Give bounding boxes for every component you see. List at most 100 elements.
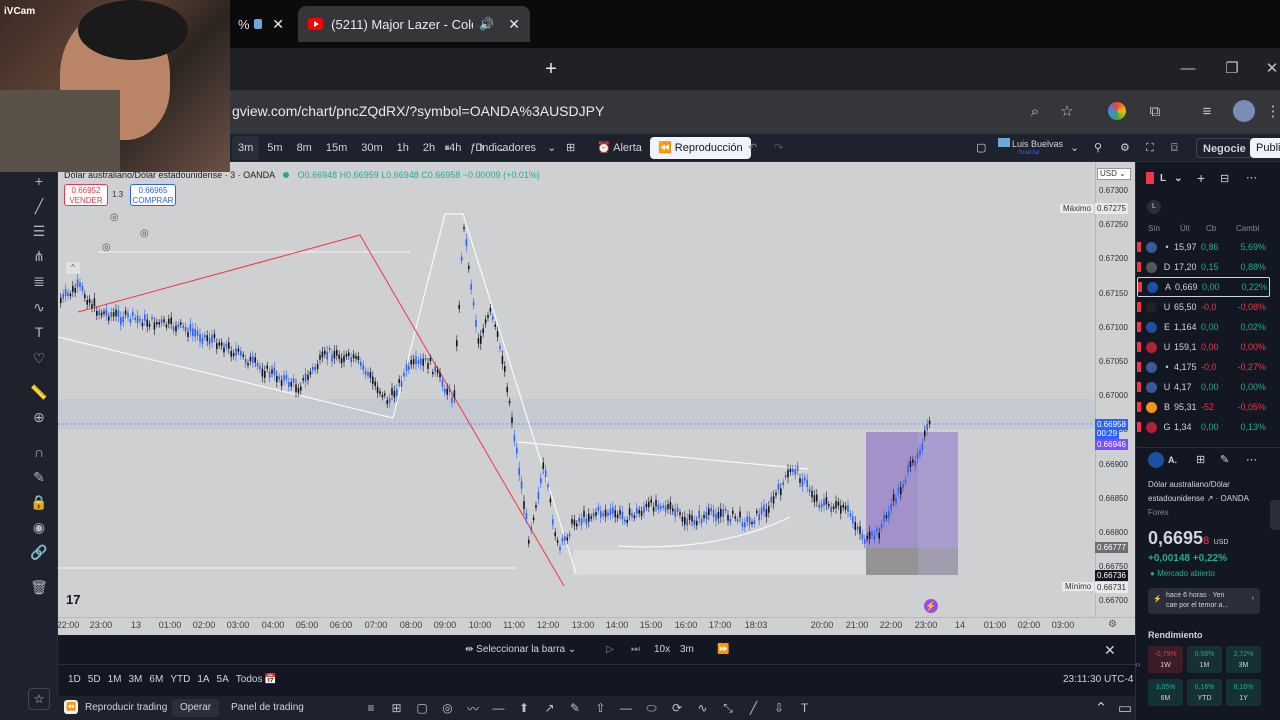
media-control-icon[interactable]: ≡: [1196, 100, 1218, 122]
interval-1h[interactable]: 1h: [391, 136, 415, 160]
performance-cell[interactable]: 2,72% 3M: [1226, 646, 1261, 673]
minimize-icon[interactable]: —: [1178, 58, 1198, 78]
quick-search-icon[interactable]: ⚲: [1094, 136, 1102, 160]
eye-icon[interactable]: ◎: [110, 212, 119, 223]
edit-icon[interactable]: ✎: [1220, 453, 1229, 466]
watchlist-row[interactable]: A 0,669 0,00 0,22%: [1137, 277, 1270, 297]
pencil-lock-icon[interactable]: ✎: [28, 466, 50, 488]
alert-button[interactable]: ⏰ Alerta: [597, 136, 642, 160]
short-icon[interactable]: ⇩: [770, 699, 788, 717]
chevron-down-icon[interactable]: ⌄: [1070, 136, 1079, 160]
chart-pane[interactable]: Dólar australiano/Dólar estadounidense ·…: [58, 162, 1095, 617]
link-icon[interactable]: 🔗: [28, 541, 50, 563]
text-icon[interactable]: T: [796, 699, 814, 717]
watchlist-row[interactable]: U 159,1 0,00 0,00%: [1137, 337, 1270, 357]
pen-icon[interactable]: ✎: [566, 699, 584, 717]
step-forward-icon[interactable]: ⏭: [631, 644, 640, 655]
buy-button[interactable]: 0.66965 COMPRAR: [130, 184, 176, 206]
performance-cell[interactable]: -0,79% 1W: [1148, 646, 1183, 673]
maximize-icon[interactable]: ❐: [1222, 58, 1242, 78]
side-scroll-handle[interactable]: [1270, 500, 1280, 530]
text-tool-icon[interactable]: T: [28, 321, 50, 343]
lock-icon[interactable]: 🔒: [28, 491, 50, 513]
interval-15m[interactable]: 15m: [320, 136, 353, 160]
watchlist-row[interactable]: U 4,17 0,00 0,00%: [1137, 377, 1270, 397]
date-range-calendar-icon[interactable]: 📅: [264, 674, 276, 685]
range-1m[interactable]: 1M: [108, 674, 122, 685]
chevron-up-icon[interactable]: ⌃: [1092, 699, 1110, 717]
header-change-pct[interactable]: Cambl: [1236, 224, 1268, 233]
publish-button[interactable]: Publi: [1250, 138, 1280, 158]
save-label[interactable]: Guardar: [1018, 150, 1040, 156]
zoom-in-icon[interactable]: ⊕: [28, 406, 50, 428]
eye-icon[interactable]: ◉: [28, 516, 50, 538]
candle-type-icon[interactable]: ⏸: [440, 136, 454, 160]
tradingview-logo[interactable]: 17: [66, 592, 80, 607]
select-bar-button[interactable]: ⇹ Seleccionar la barra ⌄: [465, 644, 576, 655]
add-symbol-icon[interactable]: +: [1197, 170, 1205, 186]
rotate-icon[interactable]: ⟳: [668, 699, 686, 717]
settings-gear-icon[interactable]: ⚙: [1120, 136, 1130, 160]
wave-icon[interactable]: 〰: [464, 699, 482, 717]
currency-selector[interactable]: USD ⌄: [1097, 168, 1131, 180]
extensions-puzzle-icon[interactable]: ⧉: [1144, 100, 1166, 122]
arrow-up-icon[interactable]: ⬆: [515, 699, 533, 717]
performance-cell[interactable]: 0,16% YTD: [1187, 679, 1222, 706]
range-1a[interactable]: 1A: [197, 674, 209, 685]
watchlist-view-icon[interactable]: ⊟: [1220, 172, 1229, 185]
layout-single-icon[interactable]: ▢: [976, 136, 986, 160]
trade-button[interactable]: Negocie: [1196, 138, 1253, 158]
fullscreen-icon[interactable]: ⛶: [1146, 136, 1154, 160]
eye-icon[interactable]: ◎: [140, 228, 149, 239]
grid-icon[interactable]: ⊞: [388, 699, 406, 717]
watchlist-row[interactable]: G 1,34 0,00 0,13%: [1137, 417, 1270, 437]
hline-icon[interactable]: —: [617, 699, 635, 717]
detail-short-symbol[interactable]: A.: [1168, 455, 1177, 465]
jump-to-realtime-icon[interactable]: ⏩: [717, 644, 729, 655]
news-item[interactable]: ⚡ hace 6 horas · Yen cae por el temor a.…: [1148, 588, 1260, 614]
range-todos[interactable]: Todos: [236, 674, 263, 685]
axis-settings-icon[interactable]: ⚙: [1108, 619, 1117, 630]
ruler-icon[interactable]: 📏: [28, 381, 50, 403]
close-replay-icon[interactable]: ✕: [1104, 642, 1116, 659]
sell-button[interactable]: 0.66952 VENDER: [64, 184, 108, 206]
trend-line-icon[interactable]: ╱: [28, 195, 50, 217]
watchlist-row[interactable]: D 17,20 0,15 0,88%: [1137, 257, 1270, 277]
performance-cell[interactable]: 0,58% 1M: [1187, 646, 1222, 673]
panel-toggle-icon[interactable]: ▭: [1116, 699, 1134, 717]
line-icon[interactable]: —: [490, 699, 508, 717]
watchlist-title[interactable]: L ⌄: [1160, 173, 1183, 184]
curve-icon[interactable]: ∿: [694, 699, 712, 717]
play-icon[interactable]: ▷: [606, 644, 614, 655]
redo-icon[interactable]: ↷: [774, 136, 783, 160]
more-dots-icon[interactable]: ⋯: [1246, 171, 1257, 184]
ray-icon[interactable]: ╱: [745, 699, 763, 717]
bookmark-star-icon[interactable]: ☆: [1056, 100, 1078, 122]
performance-cell[interactable]: 3,05% 6M: [1148, 679, 1183, 706]
range-5a[interactable]: 5A: [217, 674, 229, 685]
extension-icon[interactable]: [1108, 102, 1126, 120]
replay-trading-tab[interactable]: Reproducir trading: [85, 702, 167, 713]
close-tab-icon[interactable]: ✕: [272, 16, 284, 33]
tab-youtube[interactable]: (5211) Major Lazer - Cold W 🔊 ✕: [298, 6, 530, 42]
header-last[interactable]: Últ: [1180, 224, 1206, 233]
time-axis[interactable]: [58, 617, 1135, 635]
horizontal-lines-icon[interactable]: ☰: [28, 220, 50, 242]
zoom-icon[interactable]: ⌕: [1024, 100, 1046, 122]
drawn-trend-line[interactable]: [517, 441, 809, 470]
drawn-white-pattern[interactable]: [58, 213, 577, 574]
rectangle-icon[interactable]: ▢: [413, 699, 431, 717]
clock-readout[interactable]: 23:11:30 UTC-4: [1063, 674, 1133, 685]
circle-icon[interactable]: ◎: [439, 699, 457, 717]
watchlist-row[interactable]: U 65,50 -0,0 -0,08%: [1137, 297, 1270, 317]
interval-30m[interactable]: 30m: [355, 136, 388, 160]
operate-button[interactable]: Operar: [172, 699, 220, 717]
camera-snapshot-icon[interactable]: ⌼: [1171, 136, 1178, 160]
watchlist-row[interactable]: E 1,164 0,00 0,02%: [1137, 317, 1270, 337]
eye-icon[interactable]: ◎: [102, 242, 111, 253]
menu-dots-icon[interactable]: ⋮: [1266, 100, 1280, 122]
ellipse-icon[interactable]: ⬭: [643, 699, 661, 717]
interval-3m[interactable]: 3m: [232, 136, 260, 160]
resize-handle-icon[interactable]: ‹›: [1135, 660, 1140, 669]
range-1d[interactable]: 1D: [68, 674, 81, 685]
